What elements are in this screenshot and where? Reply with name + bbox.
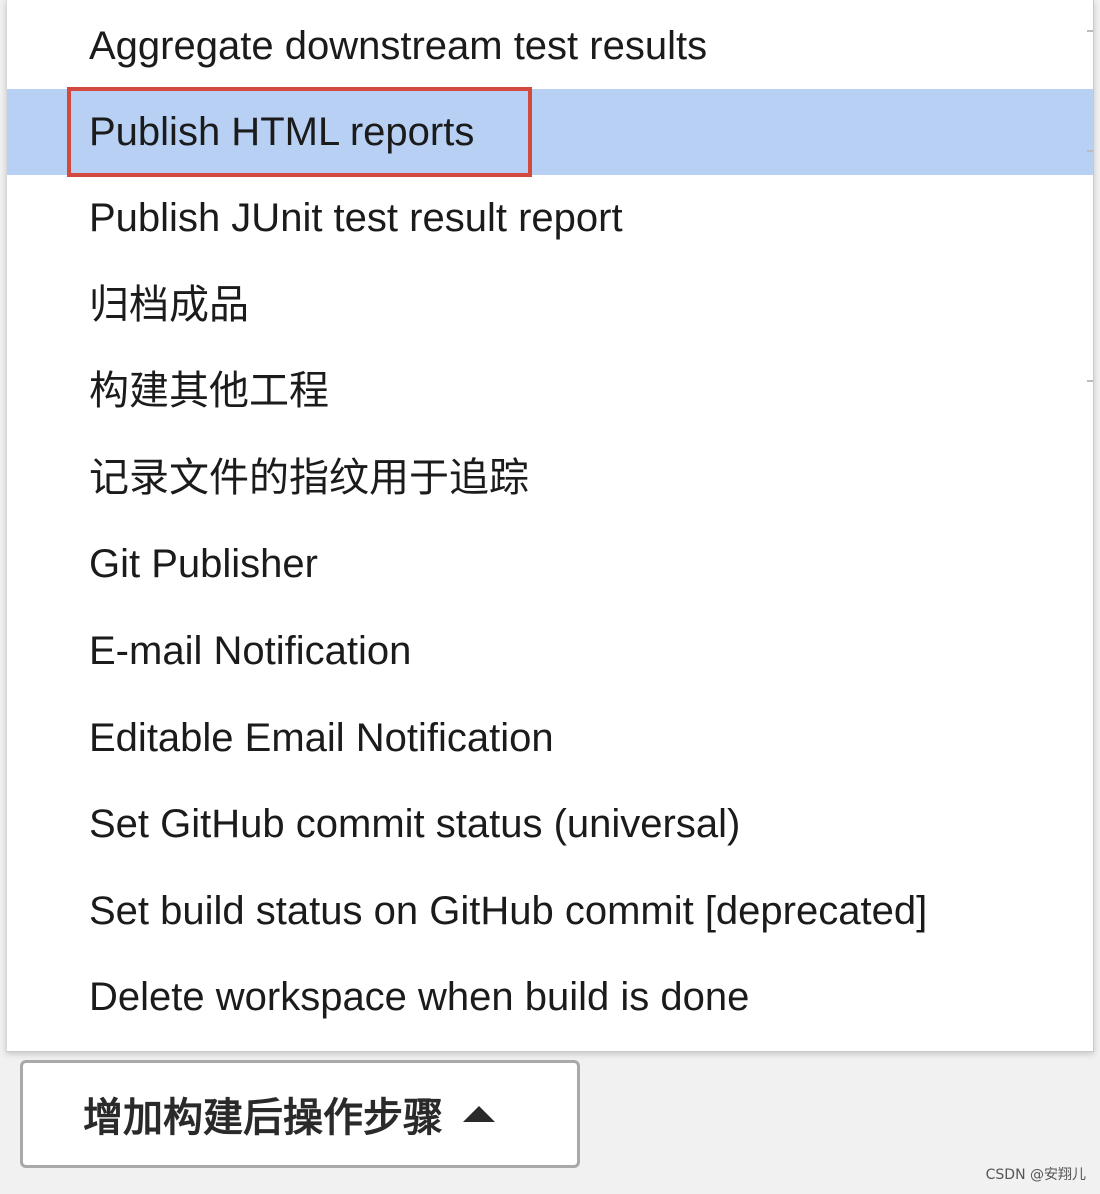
menu-item-set-github-commit-status[interactable]: Set GitHub commit status (universal) — [7, 781, 1093, 867]
menu-item-label: Aggregate downstream test results — [89, 24, 708, 68]
add-post-build-step-label: 增加构建后操作步骤 — [83, 1096, 443, 1140]
menu-item-build-other-projects[interactable]: 构建其他工程 — [7, 348, 1093, 434]
scroll-tick — [1087, 150, 1093, 152]
menu-item-git-publisher[interactable]: Git Publisher — [7, 521, 1093, 607]
menu-item-label: 构建其他工程 — [89, 369, 329, 413]
menu-item-editable-email-notification[interactable]: Editable Email Notification — [7, 695, 1093, 781]
menu-item-record-fingerprints[interactable]: 记录文件的指纹用于追踪 — [7, 435, 1093, 521]
menu-item-publish-junit-test-result-report[interactable]: Publish JUnit test result report — [7, 175, 1093, 261]
menu-item-label: Delete workspace when build is done — [89, 975, 750, 1019]
add-post-build-step-button[interactable]: 增加构建后操作步骤 — [20, 1060, 580, 1168]
menu-item-publish-html-reports[interactable]: Publish HTML reports — [7, 87, 1093, 177]
menu-item-label: 记录文件的指纹用于追踪 — [89, 456, 529, 500]
scroll-tick — [1087, 30, 1093, 32]
post-build-action-menu: Aggregate downstream test results Publis… — [6, 0, 1094, 1052]
menu-item-delete-workspace[interactable]: Delete workspace when build is done — [7, 954, 1093, 1040]
menu-item-label: Git Publisher — [89, 542, 318, 586]
menu-item-set-build-status-on-github-commit[interactable]: Set build status on GitHub commit [depre… — [7, 868, 1093, 954]
menu-item-label: Publish HTML reports — [89, 110, 475, 154]
menu-item-label: Set GitHub commit status (universal) — [89, 802, 741, 846]
menu-item-label: Editable Email Notification — [89, 716, 554, 760]
menu-item-label-wrapper: Publish HTML reports — [67, 87, 532, 177]
menu-item-email-notification[interactable]: E-mail Notification — [7, 608, 1093, 694]
scrollbar-track[interactable] — [1087, 0, 1093, 1052]
menu-item-aggregate-downstream-test-results[interactable]: Aggregate downstream test results — [7, 3, 1093, 89]
menu-item-archive-artifacts[interactable]: 归档成品 — [7, 262, 1093, 348]
menu-item-label: 归档成品 — [89, 283, 249, 327]
menu-item-label: Publish JUnit test result report — [89, 196, 623, 240]
scroll-tick — [1087, 380, 1093, 382]
menu-item-label: Set build status on GitHub commit [depre… — [89, 889, 928, 933]
caret-up-icon — [463, 1106, 495, 1122]
watermark: CSDN @安翔儿 — [985, 1167, 1086, 1183]
menu-item-label: E-mail Notification — [89, 629, 412, 673]
